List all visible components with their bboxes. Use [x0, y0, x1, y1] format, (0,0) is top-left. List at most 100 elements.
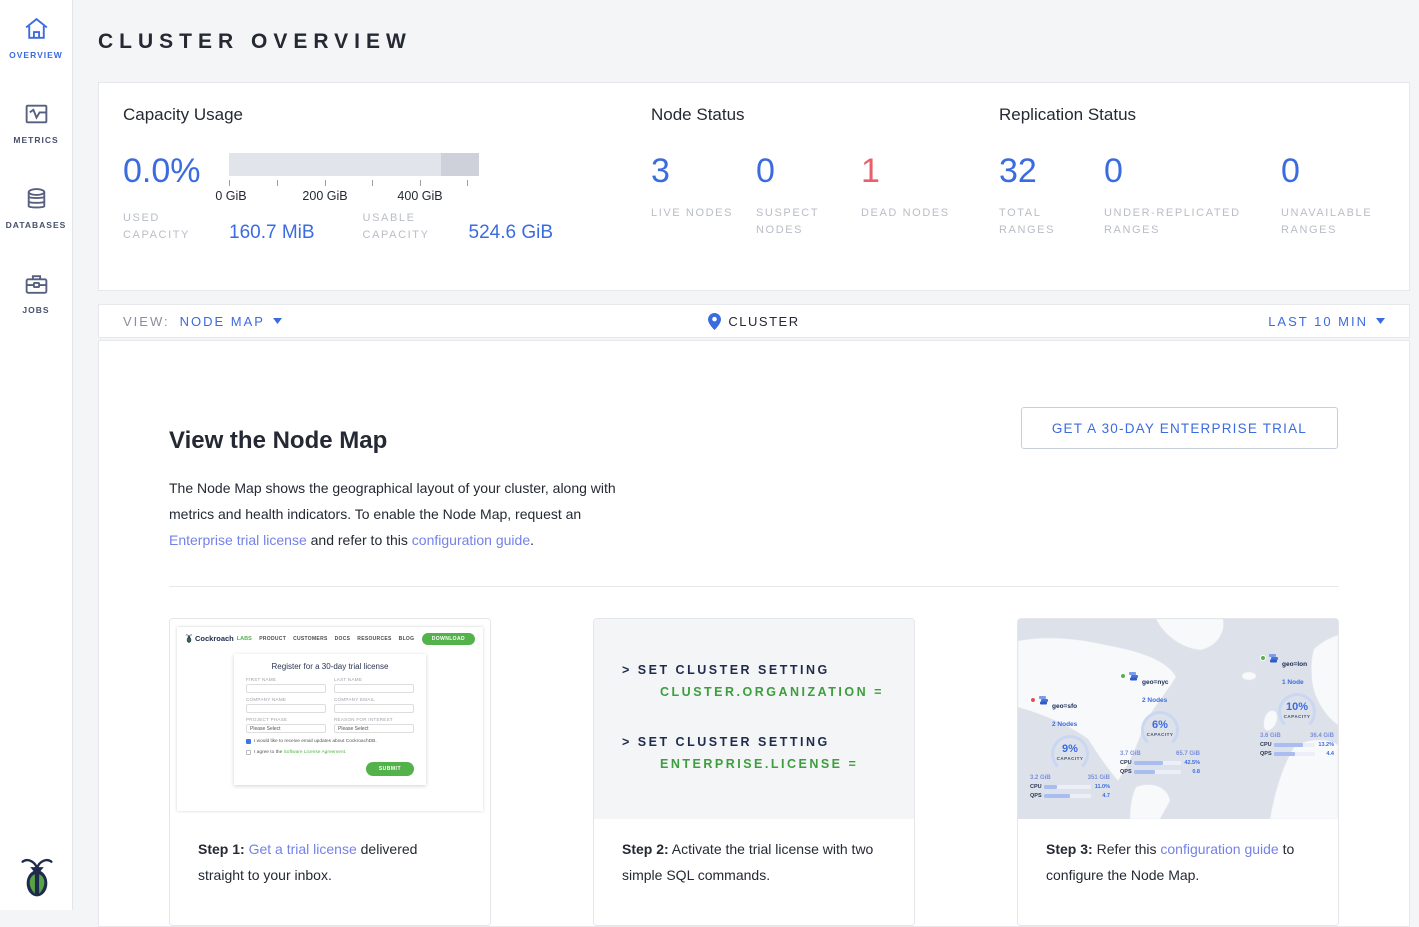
- description-text: The Node Map shows the geographical layo…: [169, 480, 616, 522]
- select-input: Please Select: [334, 724, 414, 733]
- nodes-stack-icon: [1039, 695, 1049, 705]
- step-3-card: geo=sfo2 Nodes 9%CAPACITY 3.2 GiB351 GiB…: [1017, 618, 1339, 926]
- sidebar-item-metrics[interactable]: METRICS: [0, 101, 73, 145]
- usable-capacity-label: USABLE CAPACITY: [363, 210, 451, 244]
- suspect-nodes-value: 0: [756, 153, 861, 189]
- nav-item: BLOG: [399, 636, 415, 642]
- unavailable-ranges-label: UNAVAILABLE RANGES: [1281, 205, 1373, 239]
- locality-widget-sfo: geo=sfo2 Nodes 9%CAPACITY 3.2 GiB351 GiB…: [1030, 695, 1110, 799]
- caption-text: Refer this: [1093, 841, 1161, 857]
- total-gib: 351 GiB: [1088, 775, 1110, 781]
- form-title: Register for a 30-day trial license: [246, 662, 414, 671]
- qps-value: 0.8: [1184, 769, 1200, 775]
- divider: [169, 586, 1339, 587]
- sidebar: OVERVIEW METRICS DATABASES: [0, 0, 73, 910]
- cpu-value: 42.5%: [1184, 760, 1200, 766]
- axis-tick-label: 0 GiB: [215, 189, 246, 203]
- status-dot-dead: [1030, 697, 1036, 703]
- step-label: Step 2:: [622, 841, 669, 857]
- brand-name: Cockroach: [195, 634, 234, 643]
- qps-label: QPS: [1120, 769, 1131, 775]
- capacity-bar-unusable-segment: [441, 153, 479, 176]
- locality-node-count: 1 Node: [1282, 679, 1304, 686]
- step-2-card: > SET CLUSTER SETTING CLUSTER.ORGANIZATI…: [593, 618, 915, 926]
- dead-nodes-value: 1: [861, 153, 966, 189]
- node-status-title: Node Status: [651, 105, 999, 125]
- enterprise-trial-button[interactable]: GET A 30-DAY ENTERPRISE TRIAL: [1021, 407, 1338, 449]
- cpu-label: CPU: [1260, 742, 1271, 748]
- location-pin-icon: [708, 313, 721, 330]
- metrics-icon: [23, 101, 50, 128]
- checkbox-label: I agree to the Software License Agreemen…: [254, 750, 346, 755]
- step-label: Step 1:: [198, 841, 245, 857]
- description-text: .: [530, 532, 534, 548]
- nav-item: RESOURCES: [357, 636, 391, 642]
- capacity-usage-section: Capacity Usage 0.0% 0 GiB 200 GiB 400 Gi…: [123, 105, 651, 290]
- used-gib: 3.6 GiB: [1260, 733, 1281, 739]
- capacity-percent: 9%: [1047, 735, 1093, 755]
- total-ranges-label: TOTAL RANGES: [999, 205, 1091, 239]
- time-range-dropdown[interactable]: LAST 10 MIN: [1268, 314, 1385, 329]
- step-3-caption: Step 3: Refer this configuration guide t…: [1018, 819, 1338, 925]
- field-label: REASON FOR INTEREST: [334, 717, 414, 722]
- cpu-label: CPU: [1030, 784, 1041, 790]
- sidebar-item-label: JOBS: [22, 305, 49, 315]
- enterprise-trial-license-link[interactable]: Enterprise trial license: [169, 532, 307, 548]
- view-label: VIEW:: [123, 314, 170, 329]
- chevron-down-icon: [1376, 318, 1385, 324]
- breadcrumb: CLUSTER: [728, 314, 799, 329]
- checkbox-unchecked: [246, 750, 251, 755]
- view-toolbar: VIEW: NODE MAP CLUSTER LAST 10 MIN: [98, 304, 1410, 338]
- qps-label: QPS: [1260, 751, 1271, 757]
- replication-status-section: Replication Status 32 TOTAL RANGES 0 UND…: [999, 105, 1409, 290]
- dead-nodes-label: DEAD NODES: [861, 205, 953, 222]
- step-2-sql-snippet: > SET CLUSTER SETTING CLUSTER.ORGANIZATI…: [594, 619, 914, 819]
- get-trial-license-link[interactable]: Get a trial license: [249, 841, 357, 857]
- checkbox-label: I would like to receive email updates ab…: [254, 739, 377, 744]
- download-pill: DOWNLOAD: [422, 633, 475, 645]
- capacity-percent: 6%: [1137, 711, 1183, 731]
- cpu-value: 11.0%: [1094, 784, 1110, 790]
- view-selector-value: NODE MAP: [180, 314, 265, 329]
- sidebar-item-overview[interactable]: OVERVIEW: [0, 16, 73, 60]
- capacity-label: CAPACITY: [1137, 732, 1183, 737]
- node-map-description: The Node Map shows the geographical layo…: [169, 475, 637, 553]
- field-label: PROJECT PHASE: [246, 717, 326, 722]
- time-range-value: LAST 10 MIN: [1268, 314, 1368, 329]
- step-1-card: Cockroach LABS PRODUCT CUSTOMERS DOCS RE…: [169, 618, 491, 926]
- sql-command: > SET CLUSTER SETTING: [622, 735, 914, 749]
- main-content: CLUSTER OVERVIEW Capacity Usage 0.0% 0 G…: [73, 0, 1419, 910]
- view-selector-dropdown[interactable]: NODE MAP: [180, 314, 282, 329]
- used-capacity-value: 160.7 MiB: [229, 222, 315, 244]
- suspect-nodes-label: SUSPECT NODES: [756, 205, 848, 239]
- under-replicated-ranges-value: 0: [1104, 153, 1281, 189]
- mini-site-nav: PRODUCT CUSTOMERS DOCS RESOURCES BLOG: [259, 636, 414, 642]
- used-gib: 3.2 GiB: [1030, 775, 1051, 781]
- status-dot-live: [1260, 655, 1266, 661]
- page-title: CLUSTER OVERVIEW: [98, 14, 1410, 68]
- unavailable-ranges-value: 0: [1281, 153, 1386, 189]
- sidebar-item-label: OVERVIEW: [9, 50, 63, 60]
- select-input: Please Select: [246, 724, 326, 733]
- capacity-label: CAPACITY: [1047, 756, 1093, 761]
- steps-row: Cockroach LABS PRODUCT CUSTOMERS DOCS RE…: [169, 618, 1339, 926]
- sidebar-item-databases[interactable]: DATABASES: [0, 186, 73, 230]
- configuration-guide-link[interactable]: configuration guide: [412, 532, 530, 548]
- total-gib: 36.4 GiB: [1310, 733, 1334, 739]
- used-gib: 3.7 GiB: [1120, 751, 1141, 757]
- axis-tick-label: 400 GiB: [397, 189, 442, 203]
- sidebar-item-jobs[interactable]: JOBS: [0, 271, 73, 315]
- locality-widget-nyc: geo=nyc2 Nodes 6%CAPACITY 3.7 GiB65.7 Gi…: [1120, 671, 1200, 775]
- locality-node-count: 2 Nodes: [1142, 697, 1167, 704]
- configuration-guide-link[interactable]: configuration guide: [1160, 841, 1278, 857]
- text-input: [334, 684, 414, 693]
- databases-icon: [23, 186, 50, 213]
- sql-setting: ENTERPRISE.LICENSE =: [660, 757, 914, 771]
- checkbox-checked: [246, 739, 251, 744]
- step-label: Step 3:: [1046, 841, 1093, 857]
- used-capacity-label: USED CAPACITY: [123, 210, 211, 244]
- under-replicated-ranges-label: UNDER-REPLICATED RANGES: [1104, 205, 1269, 239]
- sidebar-item-label: METRICS: [13, 135, 58, 145]
- sql-command: > SET CLUSTER SETTING: [622, 663, 914, 677]
- nav-item: DOCS: [335, 636, 351, 642]
